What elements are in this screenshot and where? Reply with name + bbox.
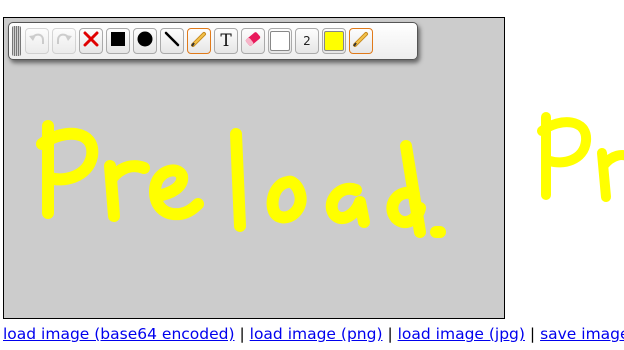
load-png-link[interactable]: load image (png)	[250, 325, 383, 343]
clear-button[interactable]	[79, 28, 103, 54]
pencil-button[interactable]	[349, 28, 373, 54]
text-tool-button[interactable]: T	[214, 28, 238, 54]
drawing-toolbar: T 2	[8, 22, 418, 60]
pencil-tool-button[interactable]	[187, 28, 211, 54]
eraser-icon	[244, 30, 262, 52]
line-tool-button[interactable]	[160, 28, 184, 54]
circle-icon	[137, 31, 153, 51]
link-separator: |	[239, 325, 245, 343]
image-links-bar: load image (base64 encoded) | load image…	[3, 325, 624, 343]
stroke-color-swatch	[270, 31, 290, 51]
redo-button[interactable]	[52, 28, 76, 54]
size-value: 2	[303, 34, 311, 48]
eraser-tool-button[interactable]	[241, 28, 265, 54]
load-jpg-link[interactable]: load image (jpg)	[398, 325, 525, 343]
fill-color-swatch	[324, 31, 344, 51]
fill-color-button[interactable]	[322, 28, 346, 54]
toolbar-drag-handle[interactable]	[12, 26, 21, 56]
stroke-color-button[interactable]	[268, 28, 292, 54]
square-icon	[110, 31, 126, 51]
load-base64-link[interactable]: load image (base64 encoded)	[3, 325, 235, 343]
link-separator: |	[387, 325, 393, 343]
link-separator: |	[529, 325, 536, 343]
redo-arrow-icon	[55, 31, 73, 51]
red-x-icon	[83, 31, 99, 51]
pencil-icon	[352, 30, 370, 52]
save-image-link[interactable]: save image	[540, 325, 624, 343]
text-tool-label: T	[220, 31, 232, 51]
image-preview	[530, 95, 624, 215]
undo-arrow-icon	[28, 31, 46, 51]
undo-button[interactable]	[25, 28, 49, 54]
preview-handwriting	[537, 112, 624, 202]
drawing-canvas[interactable]	[3, 17, 505, 319]
size-button[interactable]: 2	[295, 28, 319, 54]
pencil-icon	[190, 30, 208, 52]
line-icon	[164, 31, 180, 51]
circle-tool-button[interactable]	[133, 28, 157, 54]
square-tool-button[interactable]	[106, 28, 130, 54]
preload-handwriting	[36, 120, 446, 238]
